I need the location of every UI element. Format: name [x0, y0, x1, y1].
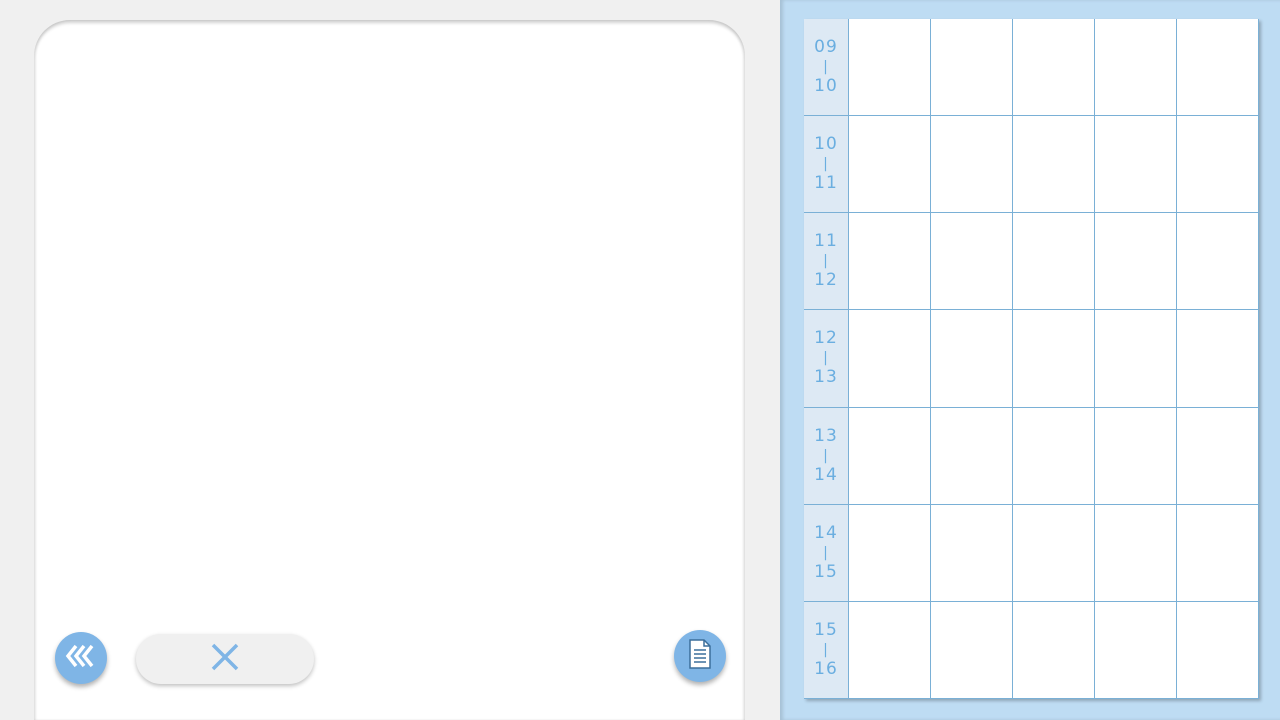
- schedule-cell[interactable]: [1013, 601, 1095, 699]
- schedule-cell[interactable]: [1177, 19, 1259, 117]
- schedule-cell[interactable]: [931, 504, 1013, 602]
- triple-chevron-left-icon: [64, 643, 98, 673]
- schedule-panel: 09 | 10 10 | 11 11 | 12 12 | 13 13 | 14 14 | 15 15 | 16: [780, 0, 1280, 720]
- schedule-cell[interactable]: [1177, 116, 1259, 214]
- time-slot-label: 13 | 14: [804, 407, 849, 505]
- schedule-cell[interactable]: [1095, 116, 1177, 214]
- time-slot-label: 09 | 10: [804, 19, 849, 117]
- time-separator: |: [823, 447, 829, 464]
- time-separator: |: [823, 544, 829, 561]
- schedule-cell[interactable]: [1013, 310, 1095, 408]
- time-start: 10: [814, 134, 838, 155]
- schedule-cell[interactable]: [1177, 310, 1259, 408]
- schedule-grid: 09 | 10 10 | 11 11 | 12 12 | 13 13 | 14 14 | 15 15 | 16: [804, 19, 1259, 699]
- time-end: 14: [814, 464, 838, 485]
- time-end: 13: [814, 367, 838, 388]
- time-slot-label: 15 | 16: [804, 601, 849, 699]
- time-end: 10: [814, 76, 838, 97]
- schedule-cell[interactable]: [931, 19, 1013, 117]
- time-separator: |: [823, 641, 829, 658]
- app-root: 09 | 10 10 | 11 11 | 12 12 | 13 13 | 14 14 | 15 15 | 16: [0, 0, 1280, 720]
- schedule-cell[interactable]: [849, 213, 931, 311]
- schedule-cell[interactable]: [931, 213, 1013, 311]
- time-end: 12: [814, 270, 838, 291]
- schedule-cell[interactable]: [849, 601, 931, 699]
- schedule-cell[interactable]: [1095, 407, 1177, 505]
- schedule-cell[interactable]: [1095, 504, 1177, 602]
- schedule-cell[interactable]: [1177, 601, 1259, 699]
- schedule-cell[interactable]: [1177, 407, 1259, 505]
- time-slot-label: 12 | 13: [804, 310, 849, 408]
- time-slot-label: 14 | 15: [804, 504, 849, 602]
- document-button[interactable]: [674, 630, 726, 682]
- editor-card[interactable]: [34, 20, 745, 720]
- time-separator: |: [823, 350, 829, 367]
- time-end: 16: [814, 658, 838, 679]
- schedule-cell[interactable]: [1095, 19, 1177, 117]
- time-slot-label: 11 | 12: [804, 213, 849, 311]
- schedule-cell[interactable]: [1177, 213, 1259, 311]
- schedule-cell[interactable]: [849, 310, 931, 408]
- back-button[interactable]: [55, 632, 107, 684]
- document-icon: [687, 638, 713, 674]
- time-end: 15: [814, 561, 838, 582]
- close-icon: [210, 642, 240, 676]
- time-start: 15: [814, 619, 838, 640]
- schedule-cell[interactable]: [849, 407, 931, 505]
- schedule-cell[interactable]: [1095, 601, 1177, 699]
- time-end: 11: [814, 173, 838, 194]
- clear-button[interactable]: [136, 634, 314, 684]
- schedule-cell[interactable]: [849, 19, 931, 117]
- schedule-cell[interactable]: [931, 310, 1013, 408]
- time-start: 12: [814, 328, 838, 349]
- schedule-cell[interactable]: [849, 116, 931, 214]
- time-separator: |: [823, 253, 829, 270]
- time-start: 13: [814, 425, 838, 446]
- time-start: 14: [814, 522, 838, 543]
- schedule-cell[interactable]: [1013, 19, 1095, 117]
- time-slot-label: 10 | 11: [804, 116, 849, 214]
- schedule-cell[interactable]: [931, 407, 1013, 505]
- schedule-cell[interactable]: [931, 116, 1013, 214]
- time-separator: |: [823, 59, 829, 76]
- schedule-cell[interactable]: [1095, 310, 1177, 408]
- schedule-cell[interactable]: [1013, 504, 1095, 602]
- time-start: 11: [814, 231, 838, 252]
- schedule-cell[interactable]: [1013, 116, 1095, 214]
- schedule-cell[interactable]: [1013, 407, 1095, 505]
- time-separator: |: [823, 156, 829, 173]
- schedule-cell[interactable]: [1177, 504, 1259, 602]
- schedule-cell[interactable]: [931, 601, 1013, 699]
- time-start: 09: [814, 37, 838, 58]
- schedule-cell[interactable]: [849, 504, 931, 602]
- editor-panel: [0, 0, 780, 720]
- schedule-cell[interactable]: [1095, 213, 1177, 311]
- schedule-cell[interactable]: [1013, 213, 1095, 311]
